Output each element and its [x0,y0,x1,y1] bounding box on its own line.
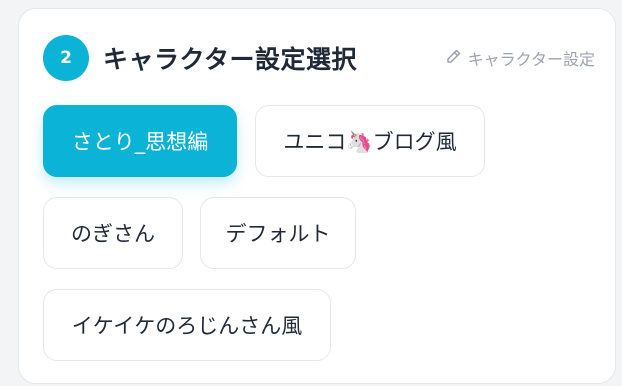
edit-character-settings-link[interactable]: キャラクター設定 [446,46,595,70]
character-option-unico[interactable]: ユニコ🦄ブログ風 [255,105,485,177]
character-option-nogi[interactable]: のぎさん [43,197,183,269]
character-option-ikeike[interactable]: イケイケのろじんさん風 [43,289,331,361]
character-option-satori[interactable]: さとり_思想編 [43,105,237,177]
step-number-badge: 2 [43,35,89,81]
card-header: 2 キャラクター設定選択 キャラクター設定 [43,35,595,81]
edit-link-label: キャラクター設定 [467,50,595,69]
section-title: キャラクター設定選択 [103,45,358,74]
character-settings-card: 2 キャラクター設定選択 キャラクター設定 さとり_思想編 ユニコ🦄ブログ風 の… [18,8,616,384]
pencil-icon [446,48,468,68]
character-option-default[interactable]: デフォルト [200,197,356,269]
